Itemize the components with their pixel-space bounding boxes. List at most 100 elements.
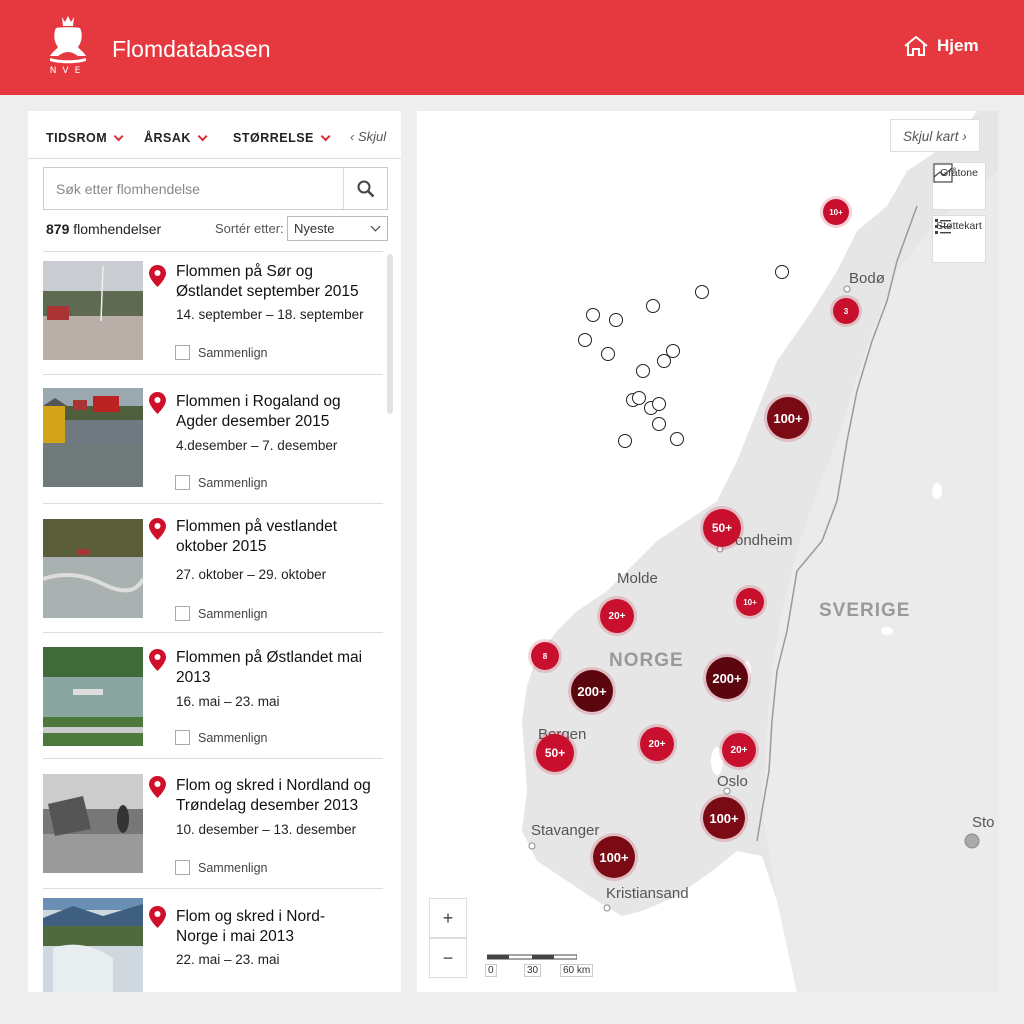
event-thumbnail: [43, 388, 143, 487]
flood-map[interactable]: Bodø ondheim Molde SVERIGE NORGE Bergen …: [417, 111, 998, 992]
zoom-out-button[interactable]: −: [429, 938, 467, 978]
event-dates: 22. mai – 23. mai: [176, 952, 280, 967]
filter-bar: TIDSROM ÅRSAK STØRRELSE ‹ Skjul: [28, 111, 401, 159]
result-count-number: 879: [46, 221, 70, 237]
flood-cluster-marker[interactable]: 10+: [823, 199, 849, 225]
checkbox-box[interactable]: [175, 606, 190, 621]
sort-label: Sortér etter:: [215, 221, 284, 236]
event-title[interactable]: Flommen på vestlandet oktober 2015: [176, 517, 381, 557]
scale-label: 30: [524, 964, 542, 977]
flood-cluster-marker[interactable]: 20+: [722, 733, 756, 767]
filter-label: STØRRELSE: [233, 131, 314, 145]
event-title[interactable]: Flom og skred i Nordland og Trøndelag de…: [176, 776, 391, 816]
flood-cluster-marker[interactable]: 200+: [706, 657, 748, 699]
event-list-item[interactable]: Flom og skred i Nord-Norge i mai 2013 22…: [43, 888, 383, 992]
home-label: Hjem: [937, 36, 979, 55]
event-title[interactable]: Flommen i Rogaland og Agder desember 201…: [176, 392, 381, 432]
filter-storrelse[interactable]: STØRRELSE: [233, 131, 331, 145]
search-input[interactable]: [44, 168, 344, 209]
search-box: [43, 167, 388, 210]
flood-cluster-marker[interactable]: 100+: [703, 797, 745, 839]
hide-sidebar-label: Skjul: [357, 129, 387, 144]
place-label-trondheim: ondheim: [735, 532, 793, 549]
event-list-item[interactable]: Flommen i Rogaland og Agder desember 201…: [43, 374, 383, 503]
event-dates: 4.desember – 7. desember: [176, 438, 338, 453]
grayscale-toggle-button[interactable]: Gråtone: [932, 162, 986, 210]
place-label-bodo: Bodø: [849, 270, 885, 287]
event-title[interactable]: Flommen på Sør og Østlandet september 20…: [176, 262, 381, 302]
hide-map-button[interactable]: Skjul kart ›: [890, 119, 980, 152]
compare-label: Sammenlign: [198, 345, 268, 360]
norway-map[interactable]: [417, 111, 998, 992]
event-thumbnail: [43, 261, 143, 360]
flood-cluster-marker[interactable]: 100+: [767, 397, 809, 439]
scale-bar-graphic: [487, 954, 577, 960]
chevron-down-icon: [370, 221, 381, 232]
flood-cluster-marker[interactable]: 3: [833, 298, 859, 324]
layers-list-icon: [935, 219, 951, 234]
result-count-label: flomhendelser: [73, 221, 162, 237]
event-sidebar: TIDSROM ÅRSAK STØRRELSE ‹ Skjul 879 flom…: [28, 111, 401, 992]
compare-checkbox[interactable]: Sammenlign: [175, 475, 267, 490]
event-list-item[interactable]: Flommen på vestlandet oktober 2015 27. o…: [43, 503, 383, 632]
compare-label: Sammenlign: [198, 730, 268, 745]
flood-cluster-marker[interactable]: 50+: [703, 509, 741, 547]
place-label-sverige: SVERIGE: [819, 600, 911, 621]
compare-checkbox[interactable]: Sammenlign: [175, 860, 267, 875]
home-link[interactable]: Hjem: [903, 36, 979, 56]
filter-tidsrom[interactable]: TIDSROM: [46, 131, 124, 145]
checkbox-box[interactable]: [175, 345, 190, 360]
event-title[interactable]: Flommen på Østlandet mai 2013: [176, 648, 381, 688]
filter-label: ÅRSAK: [144, 131, 191, 145]
compare-checkbox[interactable]: Sammenlign: [175, 730, 267, 745]
flood-cluster-marker[interactable]: 100+: [593, 836, 635, 878]
place-label-norge: NORGE: [609, 650, 684, 671]
location-pin-icon: [149, 265, 166, 287]
filter-label: TIDSROM: [46, 131, 108, 145]
compare-checkbox[interactable]: Sammenlign: [175, 606, 267, 621]
search-button[interactable]: [343, 168, 387, 209]
flood-cluster-marker[interactable]: 10+: [736, 588, 764, 616]
compare-checkbox[interactable]: Sammenlign: [175, 345, 267, 360]
hide-sidebar-link[interactable]: ‹ Skjul: [350, 129, 386, 144]
sort-value: Nyeste: [294, 221, 335, 236]
search-icon: [357, 180, 374, 197]
event-dates: 10. desember – 13. desember: [176, 822, 357, 837]
scale-label: 60 km: [560, 964, 594, 977]
chevron-down-icon: [320, 131, 331, 142]
event-thumbnail: [43, 774, 143, 873]
event-title[interactable]: Flom og skred i Nord-Norge i mai 2013: [176, 907, 351, 947]
app-header: NVE Flomdatabasen Hjem: [0, 0, 1024, 95]
nve-logo[interactable]: NVE: [42, 14, 94, 80]
sort-select[interactable]: Nyeste: [287, 216, 388, 241]
checkbox-box[interactable]: [175, 730, 190, 745]
zoom-in-button[interactable]: +: [429, 898, 467, 938]
chevron-right-icon: ›: [962, 129, 967, 144]
event-thumbnail: [43, 898, 143, 992]
chevron-down-icon: [197, 131, 208, 142]
flood-cluster-marker[interactable]: 200+: [571, 670, 613, 712]
flood-cluster-marker[interactable]: 20+: [640, 727, 674, 761]
event-list-item[interactable]: Flommen på Sør og Østlandet september 20…: [43, 251, 383, 374]
checkbox-box[interactable]: [175, 860, 190, 875]
result-count: 879 flomhendelser: [46, 221, 161, 237]
logo-text: NVE: [49, 66, 87, 76]
filter-arsak[interactable]: ÅRSAK: [144, 131, 208, 145]
lion-crest-icon: [50, 16, 86, 64]
event-thumbnail: [43, 519, 143, 618]
location-pin-icon: [149, 776, 166, 798]
location-pin-icon: [149, 649, 166, 671]
chevron-left-icon: ‹: [350, 129, 358, 144]
flood-cluster-marker[interactable]: 20+: [600, 599, 634, 633]
checkbox-box[interactable]: [175, 475, 190, 490]
event-dates: 14. september – 18. september: [176, 307, 364, 322]
hide-map-label: Skjul kart: [903, 129, 959, 144]
event-list-item[interactable]: Flom og skred i Nordland og Trøndelag de…: [43, 758, 383, 888]
support-map-button[interactable]: Støttekart: [932, 215, 986, 263]
compare-label: Sammenlign: [198, 475, 268, 490]
flood-cluster-marker[interactable]: 8: [531, 642, 559, 670]
flood-cluster-marker[interactable]: 50+: [536, 734, 574, 772]
compare-label: Sammenlign: [198, 860, 268, 875]
event-list-item[interactable]: Flommen på Østlandet mai 2013 16. mai – …: [43, 632, 383, 758]
list-scrollbar[interactable]: [387, 254, 393, 414]
